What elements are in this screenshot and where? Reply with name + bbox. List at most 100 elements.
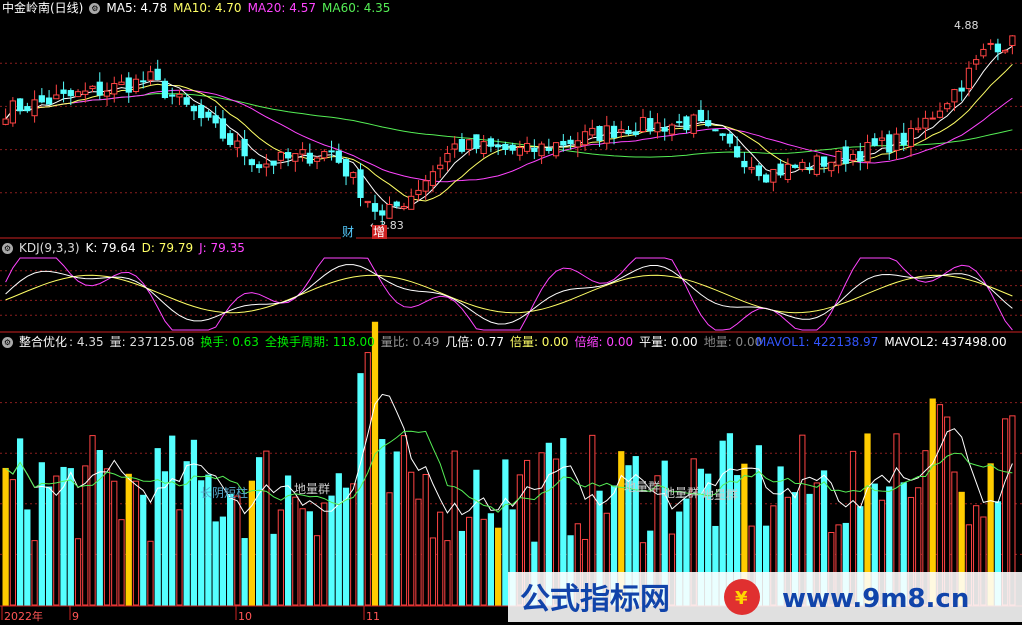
volume-legend-item: 全换手周期: 118.00 bbox=[264, 335, 375, 349]
candle bbox=[357, 169, 364, 198]
candle bbox=[1002, 49, 1009, 53]
volume-bar bbox=[429, 537, 437, 606]
candle bbox=[82, 90, 89, 95]
volume-bar bbox=[951, 471, 958, 606]
candle bbox=[523, 142, 531, 152]
volume-bar bbox=[313, 535, 321, 606]
candle bbox=[878, 137, 886, 141]
volume-bar bbox=[132, 480, 140, 606]
mavol2-label: MAVOL2: 437498.00 bbox=[884, 335, 1007, 349]
candle bbox=[234, 140, 241, 149]
volume-bar bbox=[2, 467, 9, 606]
volume-bar bbox=[118, 519, 125, 606]
mavol-legend: MAVOL1: 422138.97 MAVOL2: 437498.00 bbox=[756, 334, 1013, 350]
volume-bar bbox=[690, 458, 697, 606]
candle bbox=[379, 210, 386, 216]
candle bbox=[219, 118, 227, 139]
candle bbox=[429, 171, 437, 186]
volume-legend-item: 平量: 0.00 bbox=[639, 335, 698, 349]
candle bbox=[509, 144, 516, 151]
volume-legend-item: 地量: 0.00 bbox=[703, 335, 763, 349]
volume-bar bbox=[277, 509, 284, 606]
volume-bar bbox=[849, 450, 857, 606]
volume-bar bbox=[379, 439, 386, 606]
volume-bar bbox=[523, 459, 531, 606]
volume-bar bbox=[871, 483, 878, 606]
kdj-title: KDJ(9,3,3) bbox=[19, 241, 80, 255]
candle bbox=[473, 134, 480, 149]
settings-icon[interactable]: ⚙ bbox=[2, 337, 13, 348]
candle bbox=[284, 152, 292, 159]
volume-legend-item: 几倍: 0.77 bbox=[445, 335, 504, 349]
volume-bar bbox=[929, 398, 936, 606]
candle bbox=[871, 138, 878, 146]
settings-icon[interactable]: ⚙ bbox=[89, 3, 101, 14]
volume-bar bbox=[632, 456, 639, 606]
volume-legend-item: : 4.35 bbox=[69, 335, 104, 349]
candle bbox=[625, 130, 632, 135]
candle bbox=[973, 59, 980, 65]
volume-bar bbox=[263, 450, 270, 606]
candle bbox=[589, 127, 596, 136]
candle bbox=[886, 134, 893, 153]
volume-legend-item: 换手: 0.63 bbox=[200, 335, 259, 349]
candle bbox=[741, 160, 748, 168]
volume-bar bbox=[248, 480, 255, 606]
candle bbox=[922, 117, 929, 129]
candle bbox=[712, 129, 719, 132]
volume-legend-item: 倍量: 0.00 bbox=[509, 335, 569, 349]
candle bbox=[944, 103, 951, 110]
volume-bar bbox=[567, 535, 574, 606]
volume-bar bbox=[219, 516, 227, 606]
candle bbox=[256, 164, 263, 169]
candle bbox=[791, 164, 799, 168]
volume-bar bbox=[538, 452, 545, 606]
candle bbox=[393, 201, 400, 207]
candle bbox=[951, 89, 958, 103]
candle bbox=[205, 111, 212, 118]
stock-title: 中金岭南(日线) bbox=[2, 1, 84, 15]
volume-bar bbox=[161, 471, 169, 606]
ma10-line bbox=[5, 63, 1013, 202]
candle bbox=[437, 164, 444, 170]
volume-bar bbox=[994, 501, 1002, 606]
volume-bar bbox=[270, 533, 277, 606]
volume-bar bbox=[509, 509, 516, 606]
axis-label: 9 bbox=[72, 610, 79, 623]
volume-bar bbox=[560, 438, 567, 606]
marker-zeng: 增 bbox=[373, 225, 385, 239]
candle bbox=[915, 127, 922, 131]
volume-bar bbox=[545, 442, 552, 606]
volume-bar bbox=[328, 495, 335, 606]
volume-bar bbox=[835, 524, 842, 606]
volume-bar bbox=[820, 470, 828, 606]
volume-bar bbox=[676, 511, 683, 606]
volume-bar bbox=[763, 525, 770, 606]
candle bbox=[994, 43, 1002, 53]
candle bbox=[263, 163, 270, 168]
candle bbox=[538, 143, 545, 157]
candle bbox=[987, 42, 994, 45]
settings-icon[interactable]: ⚙ bbox=[2, 243, 13, 254]
volume-bar bbox=[683, 498, 690, 606]
candle bbox=[799, 161, 806, 170]
stock-chart[interactable]: 4.88←3.83财增长阴短柱地量群地量群地量群地量群2022年91011 bbox=[0, 0, 1022, 625]
kdj-j-line bbox=[5, 257, 1013, 331]
candle bbox=[697, 109, 705, 122]
candle bbox=[770, 168, 777, 183]
volume-bar bbox=[299, 508, 306, 606]
candle bbox=[335, 150, 342, 163]
candle bbox=[313, 157, 321, 162]
volume-bar bbox=[878, 499, 886, 606]
volume-bar bbox=[466, 516, 473, 606]
candle bbox=[444, 153, 451, 163]
volume-bar bbox=[726, 433, 734, 606]
volume-bar bbox=[176, 509, 183, 606]
kdj-j-label: J: 79.35 bbox=[199, 241, 245, 255]
volume-bar bbox=[828, 531, 835, 606]
candle bbox=[618, 129, 625, 133]
candle bbox=[647, 118, 654, 132]
candle bbox=[857, 151, 864, 162]
volume-bar bbox=[581, 538, 589, 606]
candle bbox=[690, 114, 697, 134]
